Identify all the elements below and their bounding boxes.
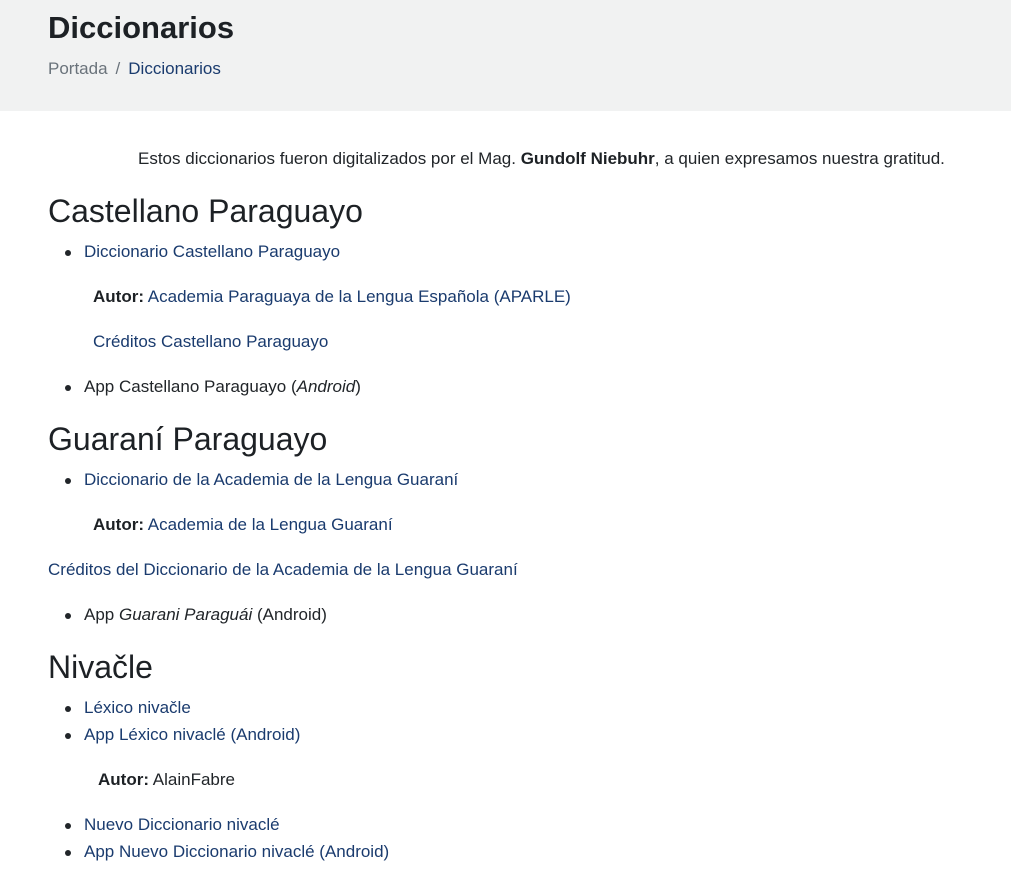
castellano-author: Autor: Academia Paraguaya de la Lengua E… [93,286,571,308]
castellano-author-label: Autor: [93,287,144,306]
guarani-app-suffix: (Android) [252,605,327,624]
castellano-app-platform: Android [296,377,356,396]
list-item-castellano-app: App Castellano Paraguayo (Android) [65,376,361,398]
list-item-guarani-app: App Guarani Paraguái (Android) [65,604,327,626]
nivacle-nuevo-link[interactable]: Nuevo Diccionario nivaclé [84,815,280,834]
guarani-author: Autor: Academia de la Lengua Guaraní [93,514,393,536]
page-title: Diccionarios [48,10,235,45]
intro-name: Gundolf Niebuhr [520,149,655,168]
list-item-nivacle-app-lexico: App Léxico nivaclé (Android) [64,724,300,746]
intro-text: Estos diccionarios fueron digitalizados … [138,148,945,170]
list-item-nivacle-lexico: Léxico nivačle [65,697,191,719]
breadcrumb-separator: / [115,59,121,78]
heading-castellano: Castellano Paraguayo [48,193,363,229]
breadcrumb-current-link[interactable]: Diccionarios [128,59,221,78]
castellano-credits: Créditos Castellano Paraguayo [93,331,328,353]
list-item-guarani-dict: Diccionario de la Academia de la Lengua … [64,469,458,491]
castellano-author-value[interactable]: Academia Paraguaya de la Lengua Española… [144,287,571,306]
intro-prefix: Estos diccionarios fueron digitalizados … [138,149,521,168]
castellano-dictionary-link[interactable]: Diccionario Castellano Paraguayo [84,242,340,261]
nivacle-app-lexico-link[interactable]: App Léxico nivaclé (Android) [84,725,300,744]
guarani-credits: Créditos del Diccionario de la Academia … [48,559,518,581]
heading-nivacle: Nivačle [48,649,153,685]
castellano-app-suffix: ) [355,377,361,396]
castellano-credits-link[interactable]: Créditos Castellano Paraguayo [93,332,328,351]
guarani-app-link[interactable]: App Guarani Paraguái (Android) [84,605,327,624]
castellano-app-link[interactable]: App Castellano Paraguayo (Android) [84,377,361,396]
guarani-app-prefix: App [84,605,119,624]
guarani-credits-link[interactable]: Créditos del Diccionario de la Academia … [48,560,518,579]
heading-guarani: Guaraní Paraguayo [48,421,328,457]
nivacle-author-value: AlainFabre [148,770,235,789]
list-item-nivacle-nuevo: Nuevo Diccionario nivaclé [65,814,280,836]
nivacle-author: Autor: AlainFabre [98,769,235,791]
guarani-app-name: Guarani Paraguái [118,605,253,624]
breadcrumb-home-link[interactable]: Portada [48,59,108,78]
page-header: Diccionarios Portada / Diccionarios [0,0,1011,111]
list-item-nivacle-app-nuevo: App Nuevo Diccionario nivaclé (Android) [64,841,389,863]
guarani-author-label: Autor: [93,515,144,534]
breadcrumb: Portada / Diccionarios [48,58,221,80]
castellano-app-prefix: App Castellano Paraguayo ( [84,377,297,396]
list-item-castellano-dict: Diccionario Castellano Paraguayo [64,241,340,263]
nivacle-author-label: Autor: [98,770,149,789]
nivacle-app-nuevo-link[interactable]: App Nuevo Diccionario nivaclé (Android) [84,842,389,861]
guarani-author-value[interactable]: Academia de la Lengua Guaraní [144,515,393,534]
intro-suffix: , a quien expresamos nuestra gratitud. [654,149,945,168]
nivacle-lexico-link[interactable]: Léxico nivačle [84,698,191,717]
guarani-dictionary-link[interactable]: Diccionario de la Academia de la Lengua … [84,470,458,489]
